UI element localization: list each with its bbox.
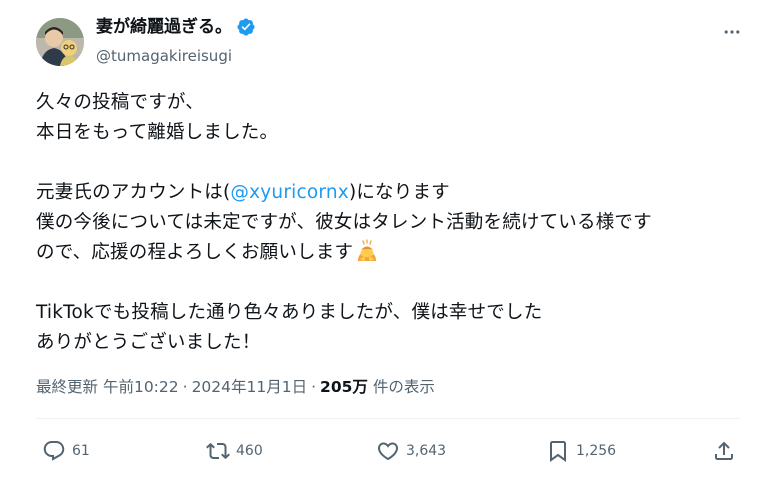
- tweet-date[interactable]: 2024年11月1日: [192, 376, 308, 398]
- share-icon: [715, 441, 733, 460]
- repost-count: 460: [236, 443, 263, 459]
- like-count: 3,643: [406, 443, 447, 459]
- bookmark-count: 1,256: [576, 443, 617, 459]
- mention-link[interactable]: @xyuricornx: [230, 182, 349, 203]
- views-count: 205万: [320, 378, 368, 396]
- tweet-text: 久々の投稿ですが、 本日をもって離婚しました。 元妻氏のアカウントは(@xyur…: [36, 88, 736, 358]
- user-handle[interactable]: @tumagakireisugi: [96, 46, 232, 66]
- avatar-image: [36, 18, 84, 66]
- bookmark-icon: [550, 441, 566, 462]
- tweet-line: 元妻氏のアカウントは(@xyuricornx)になります: [36, 178, 736, 208]
- separator-dot: ·: [182, 378, 188, 396]
- tweet-line: 僕の今後については未定ですが、彼女はタレント活動を続けている様です: [36, 212, 652, 233]
- tweet-time[interactable]: 午前10:22: [103, 376, 179, 398]
- user-name-row: 妻が綺麗過ぎる。: [96, 16, 256, 38]
- tweet-line: ので、応援の程よろしくお願いします: [36, 238, 736, 268]
- share-button[interactable]: [712, 436, 736, 466]
- tweet-text-segment: 元妻氏のアカウントは(: [36, 182, 231, 203]
- action-bar: 61 460 3,643 1,256: [36, 436, 740, 466]
- views-label: 件の表示: [372, 378, 435, 396]
- tweet-meta: 最終更新 午前10:22 · 2024年11月1日 · 205万 件の表示: [36, 376, 435, 398]
- display-name[interactable]: 妻が綺麗過ぎる。: [96, 16, 232, 38]
- bookmark-button[interactable]: 1,256: [546, 436, 616, 466]
- divider: [36, 418, 740, 419]
- avatar[interactable]: [36, 18, 84, 66]
- reply-icon: [43, 441, 65, 461]
- person-bowing-emoji-icon: [355, 239, 379, 263]
- like-button[interactable]: 3,643: [376, 436, 446, 466]
- tweet-text-segment: )になります: [348, 182, 450, 203]
- more-options-icon[interactable]: [722, 22, 742, 42]
- updated-label: 最終更新: [36, 378, 99, 396]
- verified-badge-icon[interactable]: [236, 17, 256, 37]
- reply-button[interactable]: 61: [42, 436, 90, 466]
- tweet-text-segment: ので、応援の程よろしくお願いします: [36, 242, 354, 263]
- tweet-line: 久々の投稿ですが、: [36, 92, 204, 113]
- tweet-line: ありがとうございました！: [36, 332, 261, 353]
- heart-icon: [377, 442, 399, 461]
- tweet-line: TikTokでも投稿した通り色々ありましたが、僕は幸せでした: [36, 302, 543, 323]
- separator-dot: ·: [311, 378, 317, 396]
- repost-icon: [206, 442, 230, 460]
- tweet-line: 本日をもって離婚しました。: [36, 122, 279, 143]
- repost-button[interactable]: 460: [206, 436, 263, 466]
- reply-count: 61: [72, 443, 90, 459]
